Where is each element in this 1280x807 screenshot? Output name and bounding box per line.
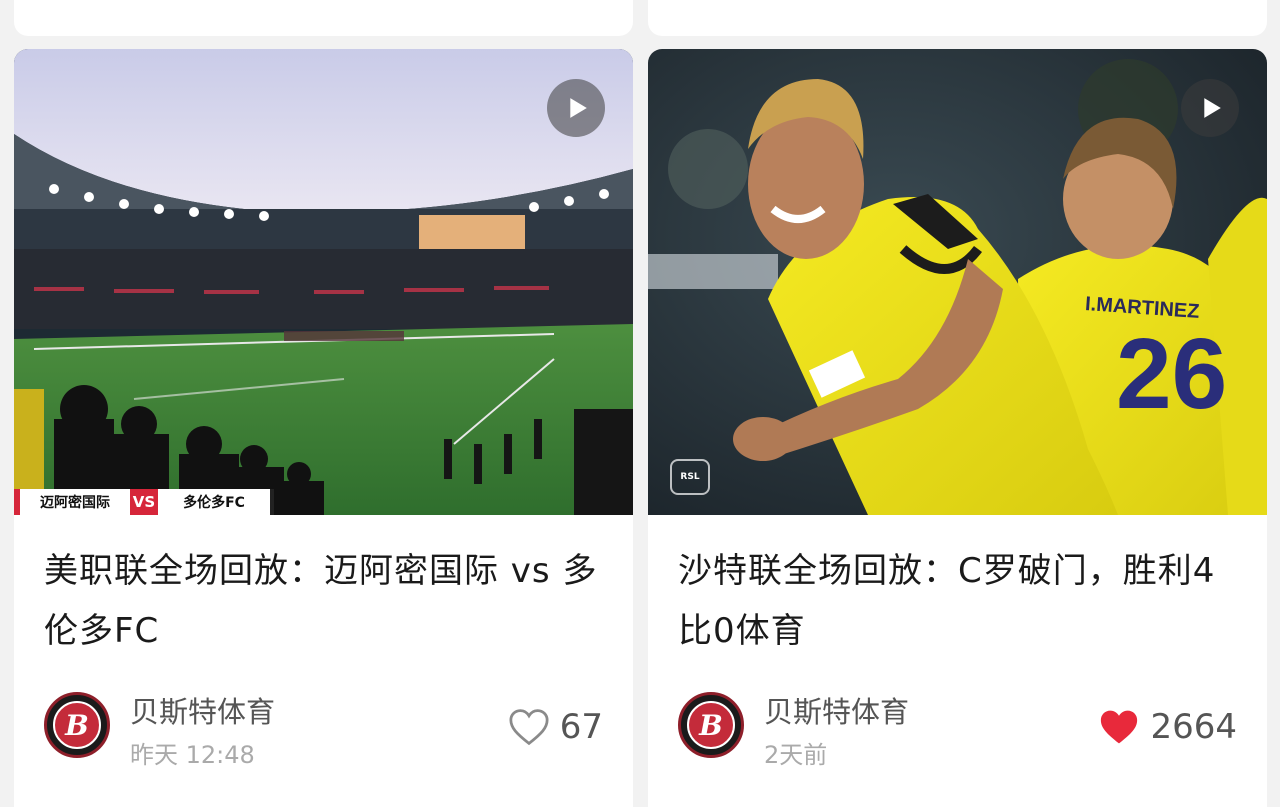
play-button[interactable] xyxy=(547,79,605,137)
author-row: B 贝斯特体育 2天前 2664 xyxy=(678,689,1237,769)
video-card-saudi[interactable]: I.MARTINEZ 26 RSL 沙特联全场回放：C罗破门，胜利4比0体育 B… xyxy=(648,49,1267,807)
video-thumbnail[interactable]: 迈阿密国际 VS 多伦多FC xyxy=(14,49,633,515)
post-time: 2天前 xyxy=(764,741,828,769)
heart-outline-icon xyxy=(509,709,549,746)
author-row: B 贝斯特体育 昨天 12:48 67 xyxy=(44,689,603,769)
away-team: 多伦多FC xyxy=(158,489,274,515)
play-icon xyxy=(570,98,587,118)
like-count: 2664 xyxy=(1150,707,1237,747)
like-count: 67 xyxy=(559,707,603,747)
league-logo: RSL xyxy=(670,459,710,495)
scoreboard-overlay: 迈阿密国际 VS 多伦多FC xyxy=(14,489,274,515)
previous-card-left[interactable] xyxy=(14,0,633,36)
video-thumbnail[interactable]: I.MARTINEZ 26 RSL xyxy=(648,49,1267,515)
player-celebration-image xyxy=(648,49,1267,515)
author-name[interactable]: 贝斯特体育 xyxy=(130,689,275,731)
jersey-number: 26 xyxy=(1116,318,1228,430)
video-card-mls[interactable]: 迈阿密国际 VS 多伦多FC 美职联全场回放：迈阿密国际 vs 多伦多FC B … xyxy=(14,49,633,807)
previous-card-right[interactable] xyxy=(648,0,1267,36)
like-button[interactable]: 67 xyxy=(508,707,603,747)
author-name[interactable]: 贝斯特体育 xyxy=(764,689,909,731)
avatar-logo: B xyxy=(687,701,735,749)
post-title[interactable]: 沙特联全场回放：C罗破门，胜利4比0体育 xyxy=(678,541,1237,661)
stadium-image xyxy=(14,49,633,515)
avatar-logo: B xyxy=(53,701,101,749)
post-time: 昨天 12:48 xyxy=(130,741,255,769)
play-icon xyxy=(1204,98,1221,118)
play-button[interactable] xyxy=(1181,79,1239,137)
home-team: 迈阿密国际 xyxy=(14,489,130,515)
post-title[interactable]: 美职联全场回放：迈阿密国际 vs 多伦多FC xyxy=(44,541,603,661)
like-button[interactable]: 2664 xyxy=(1098,707,1237,747)
heart-filled-icon xyxy=(1101,710,1138,744)
versus-label: VS xyxy=(130,489,158,515)
avatar[interactable]: B xyxy=(678,692,744,758)
avatar[interactable]: B xyxy=(44,692,110,758)
